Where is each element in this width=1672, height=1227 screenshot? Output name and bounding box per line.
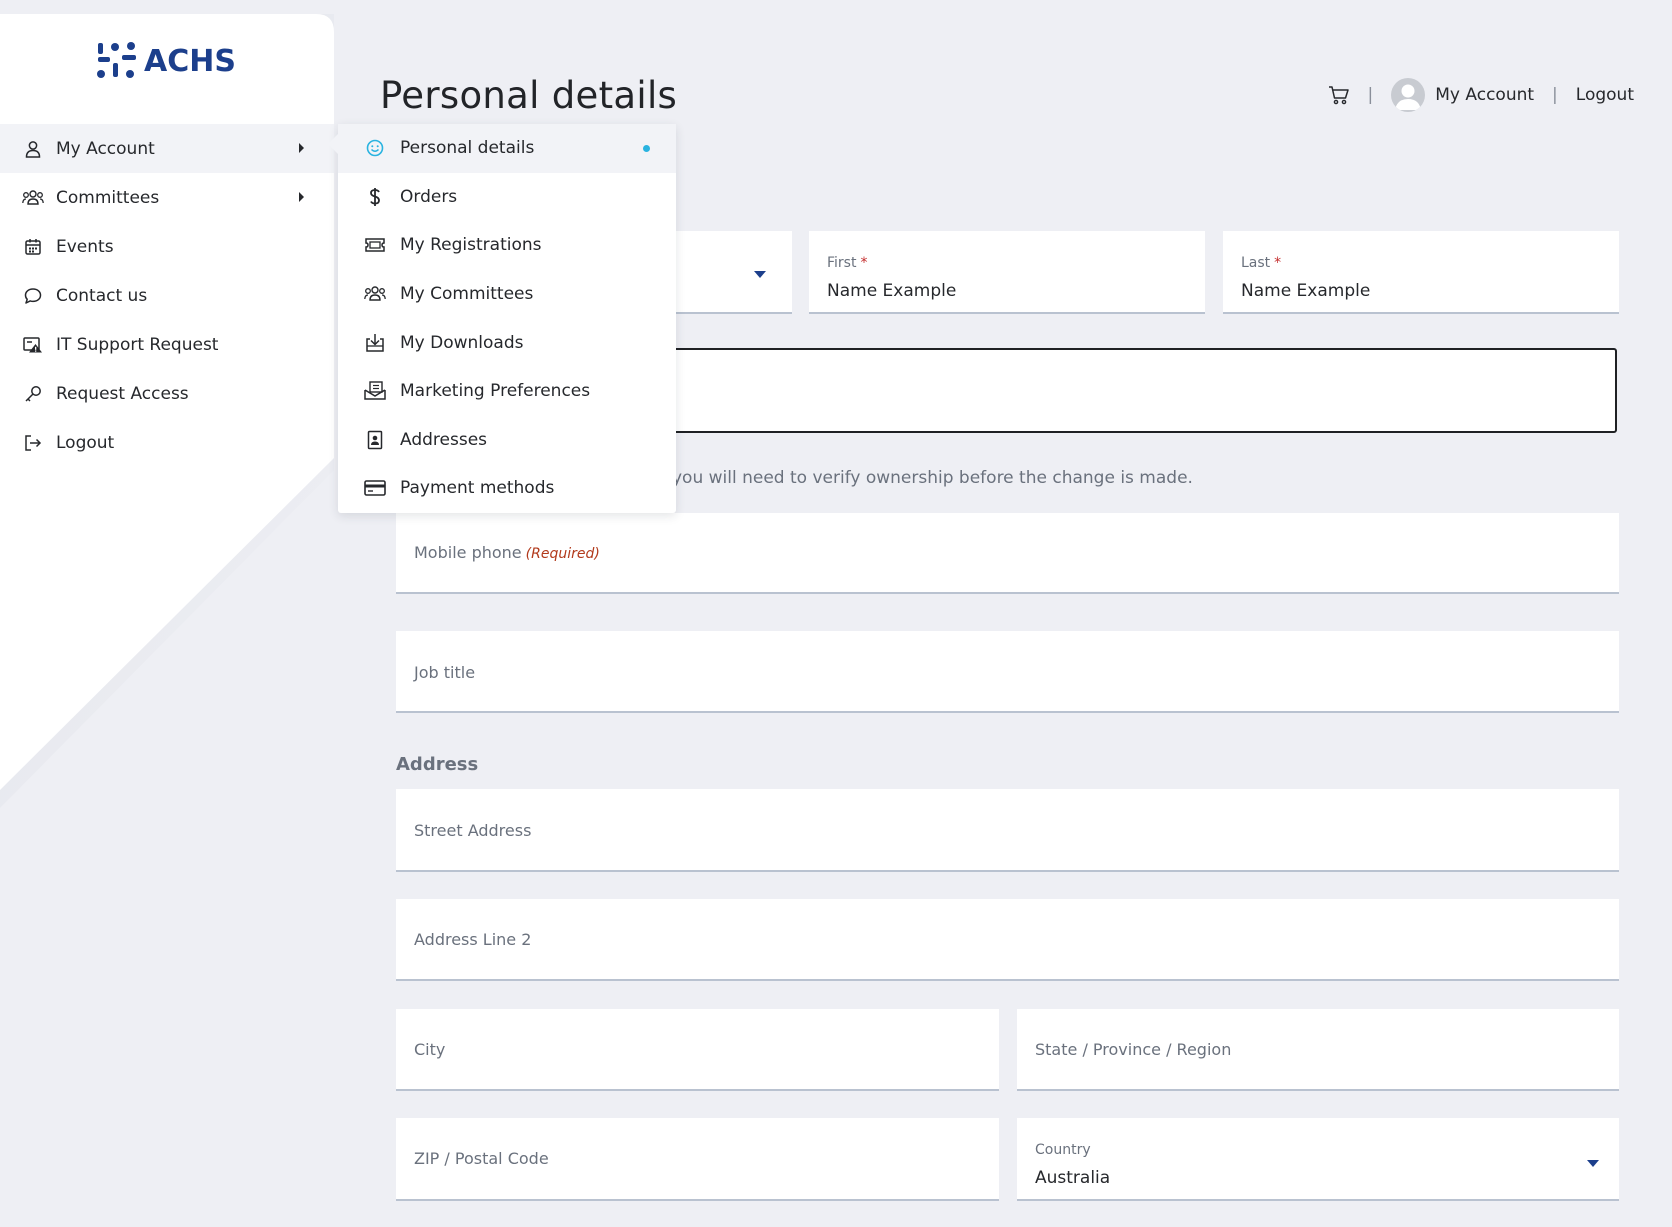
- last-name-value: Name Example: [1241, 281, 1371, 301]
- cart-icon[interactable]: [1328, 85, 1350, 105]
- city-field[interactable]: City: [396, 1009, 999, 1091]
- job-title-placeholder: Job title: [414, 663, 476, 682]
- submenu-item-label: Marketing Preferences: [400, 381, 591, 402]
- chevron-down-icon: [754, 271, 766, 278]
- submenu-item-personal-details[interactable]: Personal details: [338, 124, 676, 173]
- first-name-field[interactable]: First * Name Example: [809, 231, 1205, 314]
- email-help-text: you will need to verify ownership before…: [672, 468, 1193, 488]
- sidebar-item-logout[interactable]: Logout: [0, 418, 334, 467]
- my-account-link[interactable]: My Account: [1435, 85, 1534, 105]
- mobile-phone-label: Mobile phone (Required): [414, 543, 600, 562]
- first-name-label: First *: [827, 255, 868, 271]
- submenu-item-my-downloads[interactable]: My Downloads: [338, 318, 676, 367]
- mobile-phone-field[interactable]: Mobile phone (Required): [396, 513, 1619, 594]
- sidebar-item-contact-us[interactable]: Contact us: [0, 271, 334, 320]
- top-nav: | My Account | Logout: [1328, 78, 1634, 112]
- support-ticket-icon: [22, 334, 44, 356]
- logo-text: ACHS: [144, 43, 236, 79]
- submenu-item-label: My Downloads: [400, 332, 524, 353]
- sidebar-item-committees[interactable]: Committees: [0, 173, 334, 222]
- submenu-item-label: Addresses: [400, 429, 488, 450]
- submenu-item-label: Orders: [400, 186, 458, 207]
- submenu-item-orders[interactable]: Orders: [338, 173, 676, 222]
- sidebar-item-events[interactable]: Events: [0, 222, 334, 271]
- smiley-icon: [364, 137, 386, 159]
- achs-logo[interactable]: ACHS: [96, 41, 236, 81]
- caret-right-icon: [299, 143, 304, 153]
- job-title-field[interactable]: Job title: [396, 631, 1619, 713]
- ticket-icon: [364, 234, 386, 256]
- caret-right-icon: [299, 192, 304, 202]
- my-account-submenu: Personal details Orders My Registrations…: [328, 124, 676, 513]
- submenu-pointer: [328, 134, 338, 154]
- avatar[interactable]: [1391, 78, 1426, 112]
- zip-placeholder: ZIP / Postal Code: [414, 1149, 549, 1168]
- logout-link[interactable]: Logout: [1576, 85, 1634, 105]
- submenu-item-label: Personal details: [400, 138, 535, 159]
- city-placeholder: City: [414, 1040, 446, 1059]
- sidebar-item-label: My Account: [56, 138, 155, 159]
- submenu-item-marketing-preferences[interactable]: Marketing Preferences: [338, 367, 676, 416]
- first-name-value: Name Example: [827, 281, 957, 301]
- sidebar-item-it-support-request[interactable]: IT Support Request: [0, 320, 334, 369]
- state-placeholder: State / Province / Region: [1035, 1040, 1232, 1059]
- calendar-icon: [22, 236, 44, 258]
- dollar-icon: [364, 186, 386, 208]
- last-name-label: Last *: [1241, 255, 1282, 271]
- sidebar-item-my-account[interactable]: My Account: [0, 124, 334, 173]
- submenu-item-label: My Committees: [400, 284, 534, 305]
- country-label: Country: [1035, 1142, 1091, 1158]
- achs-logo-mark-icon: [97, 42, 136, 78]
- sidebar-item-label: Contact us: [56, 285, 148, 306]
- contact-card-icon: [364, 429, 386, 451]
- chat-icon: [22, 285, 44, 307]
- submenu-item-addresses[interactable]: Addresses: [338, 416, 676, 465]
- user-icon: [22, 138, 44, 160]
- country-value: Australia: [1035, 1168, 1111, 1188]
- logout-icon: [22, 432, 44, 454]
- submenu-item-my-registrations[interactable]: My Registrations: [338, 221, 676, 270]
- zip-field[interactable]: ZIP / Postal Code: [396, 1118, 999, 1201]
- mail-icon: [364, 380, 386, 402]
- submenu-item-label: My Registrations: [400, 235, 542, 256]
- active-dot: [643, 145, 650, 152]
- street-address-field[interactable]: Street Address: [396, 789, 1619, 872]
- address-heading: Address: [396, 754, 479, 775]
- address-line-2-field[interactable]: Address Line 2: [396, 899, 1619, 981]
- separator: |: [1552, 85, 1558, 105]
- submenu-item-payment-methods[interactable]: Payment methods: [338, 464, 676, 513]
- key-icon: [22, 383, 44, 405]
- state-field[interactable]: State / Province / Region: [1017, 1009, 1619, 1091]
- download-icon: [364, 332, 386, 354]
- sidebar-item-label: Request Access: [56, 383, 189, 404]
- sidebar-item-label: Events: [56, 236, 114, 257]
- submenu-item-label: Payment methods: [400, 478, 555, 499]
- sidebar-item-request-access[interactable]: Request Access: [0, 369, 334, 418]
- sidebar-item-label: IT Support Request: [56, 334, 219, 355]
- sidebar-item-label: Committees: [56, 187, 160, 208]
- separator: |: [1367, 85, 1374, 105]
- sidebar-item-label: Logout: [56, 432, 115, 453]
- email-field[interactable]: [620, 348, 1617, 433]
- chevron-down-icon: [1587, 1160, 1599, 1167]
- people-icon: [364, 283, 386, 305]
- street-address-placeholder: Street Address: [414, 821, 532, 840]
- credit-card-icon: [364, 477, 386, 499]
- address-line-2-placeholder: Address Line 2: [414, 930, 532, 949]
- sidebar-nav: My Account Committees Events Contact us …: [0, 124, 334, 467]
- page-title: Personal details: [380, 74, 678, 117]
- submenu-item-my-committees[interactable]: My Committees: [338, 270, 676, 319]
- country-select[interactable]: Country Australia: [1017, 1118, 1619, 1201]
- people-icon: [22, 187, 44, 209]
- last-name-field[interactable]: Last * Name Example: [1223, 231, 1619, 314]
